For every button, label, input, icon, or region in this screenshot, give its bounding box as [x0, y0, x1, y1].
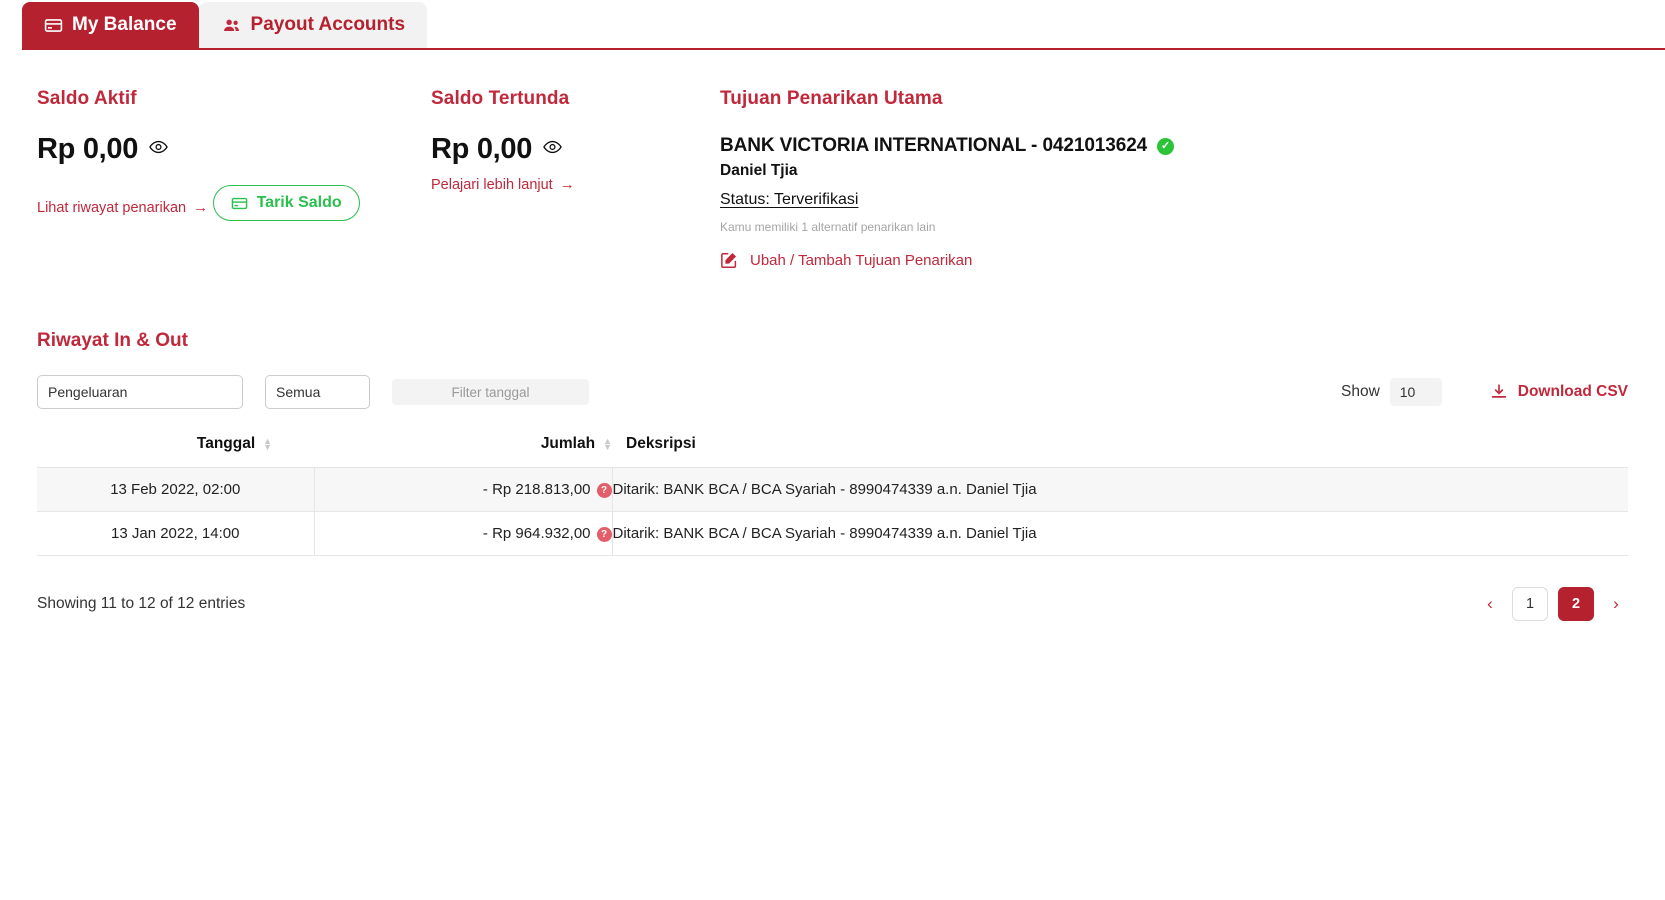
ubah-tambah-tujuan-penarikan-button[interactable]: Ubah / Tambah Tujuan Penarikan: [720, 251, 972, 269]
tab-underline: [22, 48, 1665, 50]
pelajari-lebih-lanjut-label: Pelajari lebih lanjut: [431, 176, 553, 193]
riwayat-section: Riwayat In & Out Pengeluaran Semua Show …: [0, 274, 1665, 621]
download-csv-button[interactable]: Download CSV: [1490, 383, 1628, 401]
verified-check-icon: ✓: [1157, 137, 1175, 155]
cell-jumlah: - Rp 218.813,00?: [314, 467, 613, 512]
tab-payout-accounts-label: Payout Accounts: [250, 14, 406, 35]
account-holder-name: Daniel Tjia: [720, 162, 798, 179]
column-header-deksripsi-label: Deksripsi: [626, 435, 696, 452]
show-entries-control: Show 10: [1341, 378, 1442, 406]
cell-deksripsi: Ditarik: BANK BCA / BCA Syariah - 899047…: [612, 511, 1628, 556]
eye-icon[interactable]: [149, 140, 168, 159]
saldo-tertunda-amount-row: Rp 0,00: [431, 133, 720, 166]
column-header-deksripsi: Deksripsi: [612, 435, 1628, 468]
tujuan-penarikan-card: Tujuan Penarikan Utama BANK VICTORIA INT…: [720, 88, 1665, 274]
table-header: Tanggal ▲ ▼ Jumlah ▲ ▼ Deksripsi: [37, 435, 1628, 468]
column-header-tanggal-label: Tanggal: [196, 435, 256, 452]
column-header-tanggal[interactable]: Tanggal ▲ ▼: [37, 435, 314, 468]
download-icon: [1490, 383, 1508, 401]
pagination-next-button[interactable]: ›: [1604, 589, 1628, 619]
saldo-aktif-amount-row: Rp 0,00: [37, 133, 431, 166]
saldo-tertunda-card: Saldo Tertunda Rp 0,00 Pelajari lebih la…: [431, 88, 720, 274]
show-label: Show: [1340, 383, 1380, 400]
table-header-row: Tanggal ▲ ▼ Jumlah ▲ ▼ Deksripsi: [37, 435, 1628, 468]
alternative-accounts-note: Kamu memiliki 1 alternatif penarikan lai…: [720, 220, 936, 234]
pagination-prev-button[interactable]: ‹: [1478, 589, 1502, 619]
ubah-tambah-tujuan-penarikan-label: Ubah / Tambah Tujuan Penarikan: [750, 251, 973, 269]
eye-icon[interactable]: [543, 140, 562, 159]
cell-jumlah: - Rp 964.932,00?: [314, 511, 613, 556]
bank-account-line: BANK VICTORIA INTERNATIONAL - 0421013624…: [720, 135, 1665, 157]
lihat-riwayat-penarikan-label: Lihat riwayat penarikan: [37, 199, 187, 216]
show-entries-select[interactable]: 10: [1389, 378, 1442, 406]
pagination: ‹ 1 2 ›: [1478, 587, 1628, 621]
edit-square-icon: [720, 251, 738, 269]
status-badge[interactable]: Status: Terverifikasi: [720, 191, 858, 209]
pagination-page-1[interactable]: 1: [1512, 587, 1548, 621]
table-controls: Pengeluaran Semua Show 10: [37, 375, 1628, 409]
type-filter-wrap: Pengeluaran: [37, 375, 243, 409]
question-mark-icon[interactable]: ?: [596, 482, 612, 498]
sort-arrows-icon[interactable]: ▲ ▼: [603, 437, 612, 452]
users-icon: [221, 16, 242, 35]
table-body: 13 Feb 2022, 02:00 - Rp 218.813,00? Dita…: [37, 467, 1628, 556]
entries-summary: Showing 11 to 12 of 12 entries: [37, 595, 246, 612]
type-filter-select[interactable]: Pengeluaran: [37, 375, 243, 409]
table-row[interactable]: 13 Feb 2022, 02:00 - Rp 218.813,00? Dita…: [37, 467, 1628, 512]
saldo-aktif-title: Saldo Aktif: [37, 88, 137, 109]
bank-account-name: BANK VICTORIA INTERNATIONAL - 0421013624: [720, 135, 1148, 156]
riwayat-table: Tanggal ▲ ▼ Jumlah ▲ ▼ Deksripsi 13 Feb …: [37, 435, 1628, 556]
table-footer: Showing 11 to 12 of 12 entries ‹ 1 2 ›: [37, 587, 1628, 621]
cell-deksripsi: Ditarik: BANK BCA / BCA Syariah - 899047…: [612, 467, 1628, 512]
card-icon: [44, 16, 63, 35]
balance-summary: Saldo Aktif Rp 0,00 Lihat riwayat penari…: [0, 48, 1665, 274]
status-filter-wrap: Semua: [265, 375, 370, 409]
download-csv-label: Download CSV: [1517, 383, 1628, 400]
pagination-page-2[interactable]: 2: [1558, 587, 1594, 621]
tab-my-balance[interactable]: My Balance: [22, 2, 199, 48]
saldo-tertunda-amount: Rp 0,00: [431, 133, 533, 165]
column-header-jumlah-label: Jumlah: [540, 435, 596, 452]
tab-my-balance-label: My Balance: [72, 14, 177, 35]
saldo-aktif-card: Saldo Aktif Rp 0,00 Lihat riwayat penari…: [37, 88, 431, 274]
cell-tanggal: 13 Feb 2022, 02:00: [37, 467, 315, 512]
table-row[interactable]: 13 Jan 2022, 14:00 - Rp 964.932,00? Dita…: [37, 511, 1628, 556]
tarik-saldo-button[interactable]: Tarik Saldo: [212, 185, 360, 221]
question-mark-icon[interactable]: ?: [596, 526, 612, 542]
tujuan-penarikan-title: Tujuan Penarikan Utama: [720, 88, 943, 109]
status-filter-select[interactable]: Semua: [265, 375, 370, 409]
cell-jumlah-value: - Rp 218.813,00: [482, 481, 591, 498]
arrow-right-icon: →: [193, 199, 209, 216]
tab-bar: My Balance Payout Accounts: [0, 0, 1665, 50]
column-header-jumlah[interactable]: Jumlah ▲ ▼: [314, 435, 612, 468]
saldo-aktif-amount: Rp 0,00: [37, 133, 139, 165]
pelajari-lebih-lanjut-link[interactable]: Pelajari lebih lanjut →: [431, 176, 575, 193]
tab-list: My Balance Payout Accounts: [22, 0, 1665, 48]
date-filter-input[interactable]: [392, 379, 589, 405]
tab-payout-accounts[interactable]: Payout Accounts: [198, 2, 428, 48]
card-icon: [231, 195, 248, 212]
riwayat-title: Riwayat In & Out: [37, 330, 188, 351]
cell-tanggal: 13 Jan 2022, 14:00: [37, 511, 315, 556]
arrow-right-icon: →: [559, 176, 575, 193]
cell-jumlah-value: - Rp 964.932,00: [482, 525, 591, 542]
table-controls-right: Show 10 Download CSV: [1341, 378, 1628, 406]
sort-arrows-icon[interactable]: ▲ ▼: [263, 437, 272, 452]
lihat-riwayat-penarikan-link[interactable]: Lihat riwayat penarikan →: [37, 199, 208, 216]
saldo-tertunda-title: Saldo Tertunda: [431, 88, 570, 109]
tarik-saldo-label: Tarik Saldo: [256, 194, 342, 211]
